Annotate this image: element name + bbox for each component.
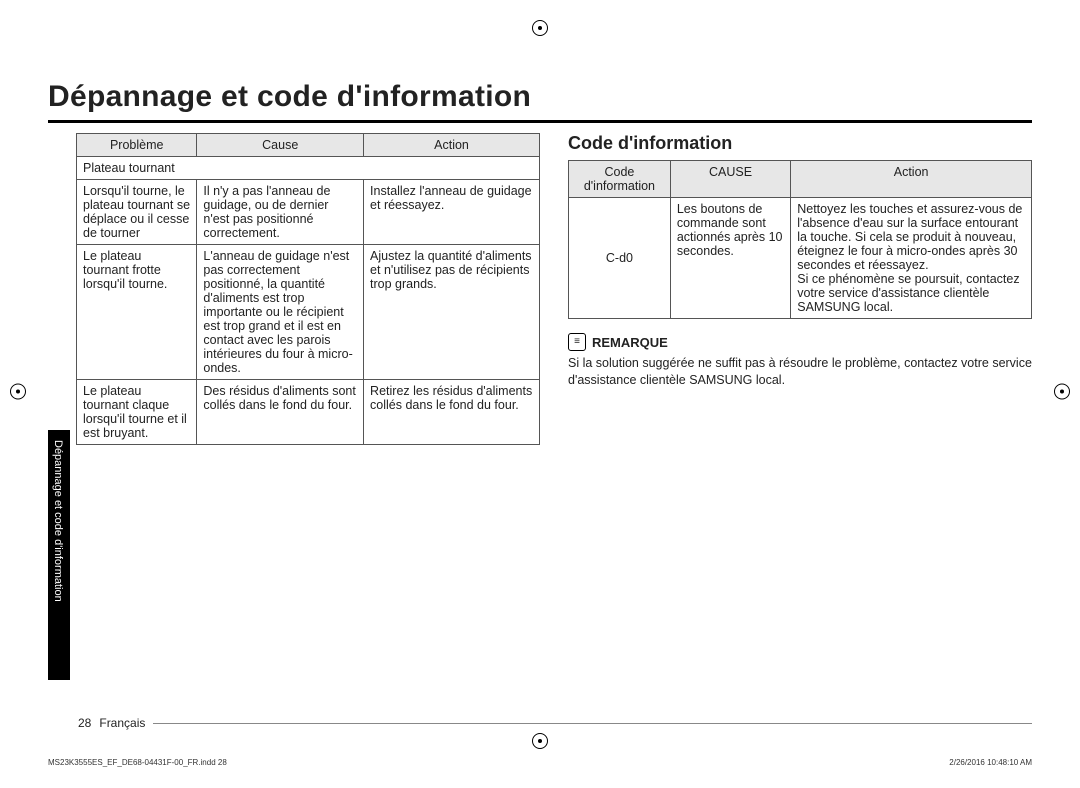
page-language: Français bbox=[99, 716, 145, 730]
cell-action: Retirez les résidus d'aliments collés da… bbox=[364, 380, 540, 445]
note-text: Si la solution suggérée ne suffit pas à … bbox=[568, 355, 1032, 389]
doc-reference: MS23K3555ES_EF_DE68-04431F-00_FR.indd 28 bbox=[48, 758, 227, 767]
print-registration-bottom bbox=[532, 733, 548, 754]
note-block: ≡ REMARQUE Si la solution suggérée ne su… bbox=[568, 333, 1032, 389]
cell-problem: Le plateau tournant frotte lorsqu'il tou… bbox=[77, 245, 197, 380]
table-row: Le plateau tournant frotte lorsqu'il tou… bbox=[77, 245, 540, 380]
cell-action: Nettoyez les touches et assurez-vous de … bbox=[791, 198, 1032, 319]
th-action: Action bbox=[791, 161, 1032, 198]
troubleshooting-table: Problème Cause Action Plateau tournant L… bbox=[76, 133, 540, 445]
th-action: Action bbox=[364, 134, 540, 157]
th-cause: Cause bbox=[197, 134, 364, 157]
th-problem: Problème bbox=[77, 134, 197, 157]
cell-problem: Lorsqu'il tourne, le plateau tournant se… bbox=[77, 180, 197, 245]
cell-cause: L'anneau de guidage n'est pas correcteme… bbox=[197, 245, 364, 380]
section-tab-label: Dépannage et code d'information bbox=[52, 440, 64, 602]
table-row: Le plateau tournant claque lorsqu'il tou… bbox=[77, 380, 540, 445]
cell-action: Ajustez la quantité d'aliments et n'util… bbox=[364, 245, 540, 380]
th-cause: CAUSE bbox=[670, 161, 790, 198]
section-tab: Dépannage et code d'information bbox=[48, 430, 70, 680]
th-code: Code d'information bbox=[569, 161, 671, 198]
cell-action: Installez l'anneau de guidage et réessay… bbox=[364, 180, 540, 245]
table-row: Lorsqu'il tourne, le plateau tournant se… bbox=[77, 180, 540, 245]
print-registration-top bbox=[532, 20, 548, 41]
info-code-table: Code d'information CAUSE Action C-d0 Les… bbox=[568, 160, 1032, 319]
page-number: 28 bbox=[78, 716, 91, 730]
cell-cause: Les boutons de commande sont actionnés a… bbox=[670, 198, 790, 319]
print-registration-left bbox=[10, 384, 26, 405]
table-row: C-d0 Les boutons de commande sont action… bbox=[569, 198, 1032, 319]
cell-cause: Il n'y a pas l'anneau de guidage, ou de … bbox=[197, 180, 364, 245]
cell-cause: Des résidus d'aliments sont collés dans … bbox=[197, 380, 364, 445]
note-icon: ≡ bbox=[568, 333, 586, 351]
footer-rule bbox=[153, 723, 1032, 724]
page-title: Dépannage et code d'information bbox=[48, 80, 1032, 123]
category-turntable: Plateau tournant bbox=[77, 157, 540, 180]
doc-timestamp: 2/26/2016 10:48:10 AM bbox=[949, 758, 1032, 767]
note-label: REMARQUE bbox=[592, 335, 668, 350]
print-registration-right bbox=[1054, 384, 1070, 405]
page-footer: 28 Français bbox=[78, 716, 1032, 730]
info-code-heading: Code d'information bbox=[568, 133, 1032, 154]
cell-code: C-d0 bbox=[569, 198, 671, 319]
cell-problem: Le plateau tournant claque lorsqu'il tou… bbox=[77, 380, 197, 445]
